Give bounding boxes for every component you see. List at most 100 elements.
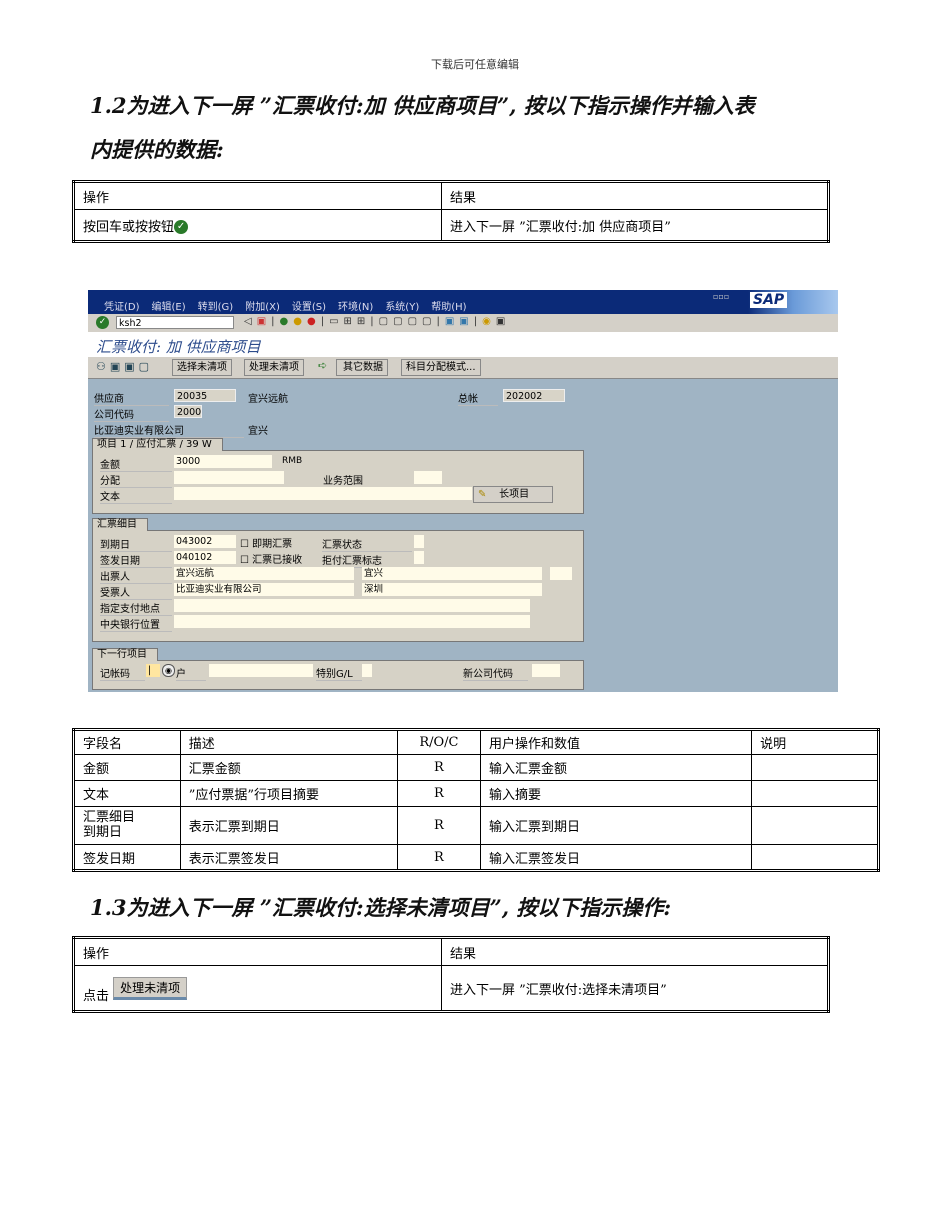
- menu-item[interactable]: 环境(N): [338, 298, 373, 313]
- document-page: 下载后可任意编辑 1.2为进入下一屏 ”汇票收付:加 供应商项目”, 按以下指示…: [0, 0, 950, 1230]
- table-cell: [751, 806, 879, 845]
- vendor-name: 宜兴远航: [248, 394, 288, 405]
- table-cell: 表示汇票到期日: [179, 806, 398, 845]
- due-date-field[interactable]: 043002: [174, 535, 236, 548]
- due-date-label: 到期日: [100, 536, 172, 552]
- app-icons[interactable]: ⚇▣▣▢: [96, 360, 153, 373]
- vendor-label: 供应商: [94, 390, 169, 406]
- header-result: 结果: [441, 181, 829, 210]
- bill-status-field[interactable]: [414, 535, 424, 548]
- posting-key-label: 记帐码: [100, 665, 145, 681]
- long-text-button[interactable]: ✎ 长项目: [473, 486, 553, 503]
- table-cell: 输入汇票金额: [479, 754, 753, 781]
- header-op: 操作: [73, 937, 442, 966]
- gl-field[interactable]: 202002: [503, 389, 565, 402]
- menu-item[interactable]: 附加(X): [245, 298, 280, 313]
- account-field[interactable]: [209, 664, 313, 677]
- header-result: 结果: [441, 937, 829, 966]
- enter-icon[interactable]: ✓: [96, 316, 109, 329]
- back-icon: ●: [279, 316, 294, 327]
- amount-field[interactable]: 3000: [174, 455, 272, 468]
- pay-place-field[interactable]: [174, 599, 530, 612]
- other-data-icon: ➪: [318, 359, 328, 372]
- business-area-field[interactable]: [414, 471, 442, 484]
- op-text: 按回车或按按钮: [83, 219, 175, 235]
- acct-assignment-model-button[interactable]: 科目分配模式...: [401, 359, 481, 376]
- special-gl-field[interactable]: [362, 664, 372, 677]
- result-cell: 进入下一屏 ”汇票收付:加 供应商项目”: [441, 209, 829, 242]
- payee-city-field[interactable]: 深圳: [362, 583, 542, 596]
- op-cell: 点击 处理未清项: [73, 965, 442, 1012]
- sap-logo: SAP: [750, 292, 788, 308]
- vendor-field[interactable]: 20035: [174, 389, 236, 402]
- menu-item[interactable]: 编辑(E): [152, 298, 186, 313]
- table-cell: [751, 844, 879, 871]
- central-bank-field[interactable]: [174, 615, 530, 628]
- drawer-field[interactable]: 宜兴远航: [174, 567, 354, 580]
- issue-date-label: 签发日期: [100, 552, 172, 568]
- system-toolbar: ✓ ksh2 ◁▣|●●●|▭⊞⊞|▢▢▢▢|▣▣|◉▣: [88, 314, 838, 332]
- payee-field[interactable]: 比亚迪实业有限公司: [174, 583, 354, 596]
- pencil-icon: ✎: [478, 489, 487, 500]
- business-area-label: 业务范围: [323, 472, 411, 488]
- protest-label: 拒付汇票标志: [322, 552, 412, 568]
- table-cell: 金额: [73, 754, 181, 781]
- assignment-label: 分配: [100, 472, 172, 488]
- result-cell: 进入下一屏 ”汇票收付:选择未清项目”: [441, 965, 829, 1012]
- bill-accepted-checkbox[interactable]: ☐ 汇票已接收: [240, 551, 302, 566]
- new-company-code-label: 新公司代码: [463, 665, 528, 681]
- drawer-city-field[interactable]: 宜兴: [362, 567, 542, 580]
- table-cell: [751, 754, 879, 781]
- menu-item[interactable]: 帮助(H): [431, 298, 466, 313]
- table-cell: 文本: [73, 780, 181, 807]
- issue-date-field[interactable]: 040102: [174, 551, 236, 564]
- op-text: 点击: [83, 988, 110, 1004]
- menu-item[interactable]: 凭证(D): [104, 298, 140, 313]
- menu-item[interactable]: 设置(S): [292, 298, 326, 313]
- process-open-items-button[interactable]: 处理未清项: [244, 359, 304, 376]
- demand-bill-checkbox[interactable]: ☐ 即期汇票: [240, 535, 292, 550]
- select-open-items-button[interactable]: 选择未清项: [172, 359, 232, 376]
- menu-item[interactable]: 转到(G): [198, 298, 234, 313]
- toolbar-icons[interactable]: ◁▣|●●●|▭⊞⊞|▢▢▢▢|▣▣|◉▣: [244, 316, 510, 327]
- cancel-icon: ●: [307, 316, 321, 327]
- new-company-code-field[interactable]: [532, 664, 560, 677]
- assignment-field[interactable]: [174, 471, 284, 484]
- menu-item[interactable]: 系统(Y): [385, 298, 419, 313]
- other-data-button[interactable]: 其它数据: [336, 359, 388, 376]
- text-label: 文本: [100, 488, 172, 504]
- process-open-items-button-image: 处理未清项: [113, 976, 188, 1000]
- table-cell: R: [396, 754, 481, 781]
- currency: RMB: [282, 456, 303, 466]
- group-item-title: 项目 1 / 应付汇票 / 39 W: [92, 438, 223, 451]
- possible-entries-icon[interactable]: ◉: [162, 664, 175, 677]
- special-gl-label: 特别G/L: [316, 665, 362, 681]
- table-cell: ”应付票据”行项目摘要: [179, 780, 398, 807]
- company-code-field[interactable]: 2000: [174, 405, 202, 418]
- table-cell: [751, 780, 879, 807]
- application-toolbar: ⚇▣▣▢ 选择未清项 处理未清项 ➪ 其它数据 科目分配模式...: [88, 357, 838, 379]
- table-cell: 签发日期: [73, 844, 181, 871]
- protest-field[interactable]: [414, 551, 424, 564]
- save-icon: ▣: [256, 316, 272, 327]
- posting-key-field[interactable]: |: [146, 664, 160, 677]
- table-cell: 输入摘要: [479, 780, 753, 807]
- gl-label: 总帐: [458, 390, 498, 406]
- window-controls[interactable]: ▫▫▫: [713, 292, 729, 301]
- text-field[interactable]: [174, 487, 472, 500]
- table-cell: 表示汇票签发日: [179, 844, 398, 871]
- long-text-label: 长项目: [499, 489, 530, 500]
- pay-place-label: 指定支付地点: [100, 600, 172, 616]
- bill-accepted-label: 汇票已接收: [252, 555, 303, 566]
- instruction-table-1-2: 操作 结果 按回车或按按钮 ✓ 进入下一屏 ”汇票收付:加 供应商项目”: [72, 180, 830, 243]
- group-bill-title: 汇票细目: [92, 518, 148, 531]
- command-field[interactable]: ksh2: [116, 316, 234, 329]
- central-bank-label: 中央银行位置: [100, 616, 172, 632]
- drawer-extra-field[interactable]: [550, 567, 572, 580]
- page-header: 下载后可任意编辑: [431, 58, 519, 71]
- bill-status-label: 汇票状态: [322, 536, 412, 552]
- table-cell: 汇票细目 到期日: [73, 806, 181, 845]
- demand-bill-label: 即期汇票: [252, 539, 293, 550]
- title-bar: 汇票收付: 加 供应商项目: [88, 332, 838, 357]
- section-1-2-title-cont: 内提供的数据:: [90, 137, 224, 162]
